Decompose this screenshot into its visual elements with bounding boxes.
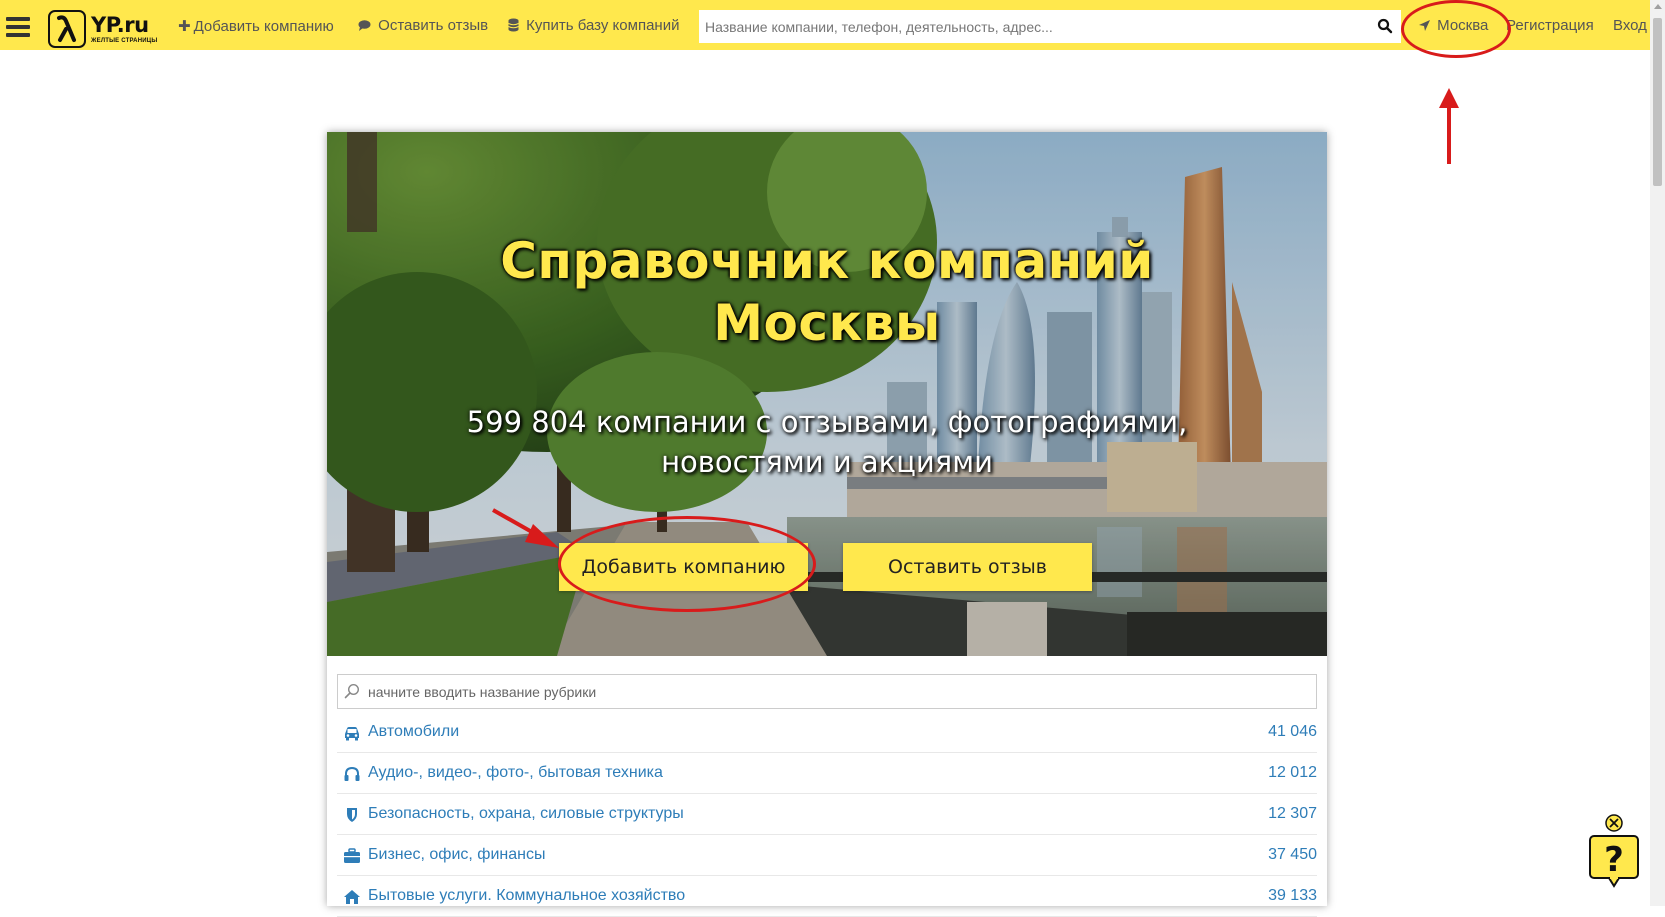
category-item-business[interactable]: Бизнес, офис, финансы 37 450 xyxy=(337,835,1317,876)
headphones-icon xyxy=(344,766,360,781)
category-item-auto[interactable]: Автомобили 41 046 xyxy=(337,712,1317,753)
magnifier-icon xyxy=(344,683,360,699)
database-icon xyxy=(508,17,523,34)
hero-banner: Справочник компаний Москвы 599 804 компа… xyxy=(327,132,1327,656)
speech-bubble-icon xyxy=(358,17,375,34)
category-name: Аудио-, видео-, фото-, бытовая техника xyxy=(368,764,663,781)
register-link[interactable]: Регистрация xyxy=(1506,17,1594,34)
site-logo[interactable]: YP.ru ЖЕЛТЫЕ СТРАНИЦЫ xyxy=(48,8,162,50)
main-card: Справочник компаний Москвы 599 804 компа… xyxy=(327,132,1327,917)
category-name: Бытовые услуги. Коммунальное хозяйство xyxy=(368,887,686,904)
plus-icon: ✚ xyxy=(178,18,191,35)
category-item-household[interactable]: Бытовые услуги. Коммунальное хозяйство 3… xyxy=(337,876,1317,917)
logo-walking-fingers-icon xyxy=(48,10,86,48)
rubric-search-input[interactable] xyxy=(338,675,1316,708)
category-count: 12 012 xyxy=(1268,764,1317,781)
category-name: Автомобили xyxy=(368,723,460,740)
hero-title-line2: Москвы xyxy=(713,294,941,352)
company-search-input[interactable] xyxy=(699,10,1401,43)
category-list: Автомобили 41 046 Аудио-, видео-, фото-,… xyxy=(337,712,1317,917)
logo-name: YP.ru xyxy=(91,12,149,37)
hero-subtitle-line1: 599 804 компании с отзывами, фотографиям… xyxy=(466,405,1188,439)
scrollbar-thumb[interactable] xyxy=(1653,18,1662,186)
category-count: 37 450 xyxy=(1268,846,1317,863)
hero-add-company-button[interactable]: Добавить компанию xyxy=(559,543,808,591)
moscow-city-photo xyxy=(327,132,1327,656)
close-icon[interactable] xyxy=(1605,814,1623,832)
category-name: Бизнес, офис, финансы xyxy=(368,846,546,863)
home-icon xyxy=(344,890,360,904)
top-navbar: YP.ru ЖЕЛТЫЕ СТРАНИЦЫ ✚ Добавить компанию… xyxy=(0,0,1650,50)
question-icon: ? xyxy=(1589,835,1639,888)
menu-icon[interactable] xyxy=(6,17,30,37)
buy-database-link[interactable]: Купить базу компаний xyxy=(508,17,679,34)
svg-text:?: ? xyxy=(1604,840,1624,880)
category-count: 39 133 xyxy=(1268,887,1317,904)
city-selector[interactable]: Москва xyxy=(1419,17,1488,34)
hero-title-line1: Справочник компаний xyxy=(500,232,1154,290)
category-count: 12 307 xyxy=(1268,805,1317,822)
help-widget[interactable]: ? xyxy=(1589,814,1639,888)
rubric-search-box xyxy=(337,674,1317,709)
search-icon[interactable] xyxy=(1377,18,1393,34)
hero-title: Справочник компаний Москвы xyxy=(327,230,1327,354)
leave-review-link[interactable]: Оставить отзыв xyxy=(358,17,488,34)
car-icon xyxy=(345,727,359,741)
category-item-security[interactable]: Безопасность, охрана, силовые структуры … xyxy=(337,794,1317,835)
hero-leave-review-button[interactable]: Оставить отзыв xyxy=(843,543,1092,591)
login-link[interactable]: Вход xyxy=(1613,17,1647,34)
add-company-link[interactable]: ✚ Добавить компанию xyxy=(178,17,334,35)
briefcase-icon xyxy=(344,848,360,863)
category-count: 41 046 xyxy=(1268,723,1317,740)
company-search-box xyxy=(699,10,1401,43)
category-item-electronics[interactable]: Аудио-, видео-, фото-, бытовая техника 1… xyxy=(337,753,1317,794)
scroll-up-icon[interactable] xyxy=(1654,4,1662,9)
logo-subtitle: ЖЕЛТЫЕ СТРАНИЦЫ xyxy=(91,37,158,44)
location-arrow-icon xyxy=(1419,17,1434,34)
hero-subtitle-line2: новостями и акциями xyxy=(661,445,993,479)
annotation-arrow-up xyxy=(1439,88,1459,164)
category-name: Безопасность, охрана, силовые структуры xyxy=(368,805,684,822)
page-scrollbar[interactable] xyxy=(1650,0,1665,906)
shield-icon xyxy=(347,808,357,822)
hero-subtitle: 599 804 компании с отзывами, фотографиям… xyxy=(327,402,1327,482)
